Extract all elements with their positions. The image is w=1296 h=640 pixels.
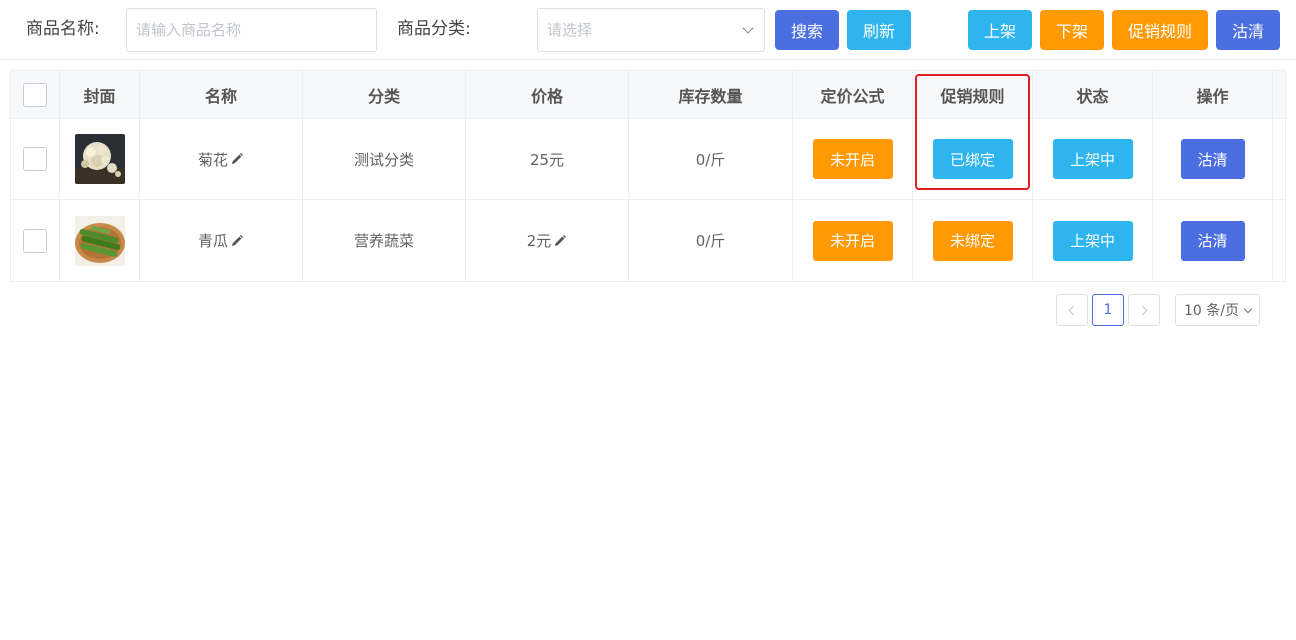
promo-rule-button[interactable]: 未绑定: [932, 220, 1013, 261]
category-cell: 营养蔬菜: [303, 200, 466, 281]
promo-cell: 未绑定: [913, 200, 1033, 281]
status-button[interactable]: 上架中: [1052, 220, 1133, 261]
clear-row-button[interactable]: 沽清: [1180, 220, 1245, 261]
product-name: 青瓜: [197, 232, 228, 250]
page-size-label: 10 条/页: [1184, 303, 1239, 319]
status-cell: 上架中: [1033, 119, 1153, 199]
promo-rule-button[interactable]: 已绑定: [932, 139, 1013, 179]
row-select-cell: [11, 119, 60, 199]
table-row: 青瓜 营养蔬菜 2元 0/斤 未开启 未绑定 上架中 沽清: [11, 200, 1285, 281]
header-name: 名称: [140, 71, 303, 118]
row-checkbox[interactable]: [23, 228, 47, 253]
list-off-button[interactable]: 下架: [1040, 10, 1104, 50]
edit-pencil-icon[interactable]: [230, 234, 244, 248]
header-actions: 操作: [1153, 71, 1273, 118]
price-value: 2元: [526, 232, 552, 250]
row-gutter: [1273, 119, 1285, 199]
stock-cell: 0/斤: [629, 119, 793, 199]
product-name: 菊花: [197, 150, 228, 169]
status-button[interactable]: 上架中: [1052, 139, 1133, 179]
next-page-button[interactable]: [1128, 294, 1160, 326]
table-header: 封面 名称 分类 价格 库存数量 定价公式 促销规则 状态 操作: [11, 71, 1285, 119]
price-cell: 25元: [466, 119, 629, 199]
header-pricing-formula: 定价公式: [793, 71, 913, 118]
status-cell: 上架中: [1033, 200, 1153, 281]
action-cell: 沽清: [1153, 119, 1273, 199]
stock-cell: 0/斤: [629, 200, 793, 281]
select-all-checkbox[interactable]: [23, 82, 47, 107]
formula-cell: 未开启: [793, 200, 913, 281]
header-cover: 封面: [60, 71, 140, 118]
product-category-label: 商品分类:: [397, 19, 471, 39]
category-cell: 测试分类: [303, 119, 466, 199]
product-table: 封面 名称 分类 价格 库存数量 定价公式 促销规则 状态 操作 菊花 测试分类…: [10, 70, 1286, 282]
header-status: 状态: [1033, 71, 1153, 118]
promo-cell: 已绑定: [913, 119, 1033, 199]
prev-page-button[interactable]: [1056, 294, 1088, 326]
clear-stock-button[interactable]: 沽清: [1216, 10, 1280, 50]
header-price: 价格: [466, 71, 629, 118]
refresh-button[interactable]: 刷新: [847, 10, 911, 50]
page-size-select[interactable]: 10 条/页: [1175, 294, 1260, 326]
chevron-down-icon: [742, 22, 754, 34]
header-stock: 库存数量: [629, 71, 793, 118]
header-gutter: [1273, 71, 1285, 118]
row-select-cell: [11, 200, 60, 281]
clear-row-button[interactable]: 沽清: [1180, 139, 1245, 179]
cucumber-thumbnail: [74, 215, 125, 266]
action-cell: 沽清: [1153, 200, 1273, 281]
chrysanthemum-thumbnail: [74, 134, 125, 184]
header-category: 分类: [303, 71, 466, 118]
list-on-button[interactable]: 上架: [968, 10, 1032, 50]
name-cell: 菊花: [140, 119, 303, 199]
product-category-select[interactable]: 请选择: [537, 8, 765, 52]
search-button[interactable]: 搜索: [775, 10, 839, 50]
promo-rules-button[interactable]: 促销规则: [1112, 10, 1208, 50]
edit-pencil-icon[interactable]: [553, 234, 567, 248]
cover-cell: [60, 200, 140, 281]
chevron-right-icon: [1137, 305, 1148, 315]
row-gutter: [1273, 200, 1285, 281]
row-checkbox[interactable]: [23, 147, 47, 171]
edit-pencil-icon[interactable]: [230, 152, 244, 166]
price-cell: 2元: [466, 200, 629, 281]
chevron-down-icon: [1243, 304, 1253, 313]
chevron-left-icon: [1068, 305, 1079, 315]
name-cell: 青瓜: [140, 200, 303, 281]
page-number-current[interactable]: 1: [1092, 294, 1124, 326]
pricing-formula-button[interactable]: 未开启: [812, 220, 893, 261]
cover-cell: [60, 119, 140, 199]
header-promo-rules: 促销规则: [913, 71, 1033, 118]
product-name-input[interactable]: [126, 8, 377, 52]
category-select-placeholder: 请选择: [547, 21, 593, 39]
table-row: 菊花 测试分类 25元 0/斤 未开启 已绑定 上架中 沽清: [11, 119, 1285, 200]
header-select-cell: [11, 71, 60, 118]
product-name-label: 商品名称:: [26, 19, 100, 39]
pricing-formula-button[interactable]: 未开启: [812, 139, 893, 179]
formula-cell: 未开启: [793, 119, 913, 199]
filter-toolbar: 商品名称: 商品分类: 请选择 搜索 刷新 上架 下架 促销规则 沽清: [0, 0, 1296, 60]
